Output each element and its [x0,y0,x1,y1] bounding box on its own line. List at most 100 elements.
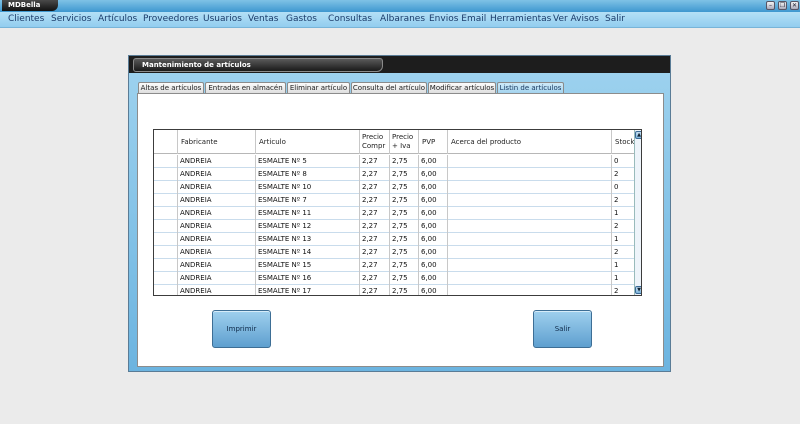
cell-pvp: 6,00 [419,272,448,285]
row-selector[interactable] [154,220,178,233]
cell-precio-iva: 2,75 [390,194,419,207]
minimize-icon[interactable]: – [766,1,775,10]
cell-articulo: ESMALTE Nº 8 [256,168,360,181]
table-row[interactable]: ANDREIA ESMALTE Nº 15 2,27 2,75 6,00 1 [154,259,634,272]
col-acerca[interactable]: Acerca del producto [448,130,612,154]
cell-acerca [448,233,612,246]
articles-dialog: Mantenimiento de artículos Altas de artí… [128,55,671,372]
row-selector[interactable] [154,181,178,194]
col-precio-iva[interactable]: Precio + Iva [390,130,419,154]
menu-envios-email[interactable]: Envios Email [429,14,486,24]
row-selector[interactable] [154,233,178,246]
cell-fabricante: ANDREIA [178,207,256,220]
row-selector[interactable] [154,207,178,220]
cell-pvp: 6,00 [419,194,448,207]
cell-articulo: ESMALTE Nº 13 [256,233,360,246]
row-selector[interactable] [154,285,178,295]
table-row[interactable]: ANDREIA ESMALTE Nº 7 2,27 2,75 6,00 2 [154,194,634,207]
cell-acerca [448,155,612,168]
close-icon[interactable]: ✕ [790,1,799,10]
print-button[interactable]: Imprimir [212,310,271,348]
row-selector[interactable] [154,155,178,168]
menu-ver-avisos[interactable]: Ver Avisos [553,14,599,24]
col-articulo[interactable]: Articulo [256,130,360,154]
table-row[interactable]: ANDREIA ESMALTE Nº 13 2,27 2,75 6,00 1 [154,233,634,246]
menu-herramientas[interactable]: Herramientas [490,14,551,24]
table-row[interactable]: ANDREIA ESMALTE Nº 14 2,27 2,75 6,00 2 [154,246,634,259]
cell-precio-iva: 2,75 [390,285,419,295]
cell-articulo: ESMALTE Nº 5 [256,155,360,168]
menu-clientes[interactable]: Clientes [8,14,44,24]
app-title: MDBella [2,0,58,11]
cell-pvp: 6,00 [419,259,448,272]
cell-articulo: ESMALTE Nº 7 [256,194,360,207]
cell-fabricante: ANDREIA [178,246,256,259]
menu-ventas[interactable]: Ventas [248,14,278,24]
menu-salir[interactable]: Salir [605,14,625,24]
cell-acerca [448,259,612,272]
menu-gastos[interactable]: Gastos [286,14,317,24]
cell-precio-compra: 2,27 [360,220,390,233]
cell-precio-iva: 2,75 [390,181,419,194]
row-selector[interactable] [154,168,178,181]
cell-pvp: 6,00 [419,181,448,194]
restore-icon[interactable]: ❐ [778,1,787,10]
cell-fabricante: ANDREIA [178,272,256,285]
cell-pvp: 6,00 [419,233,448,246]
cell-acerca [448,194,612,207]
scroll-up-icon[interactable]: ▲ [635,131,641,139]
cell-acerca [448,220,612,233]
table-row[interactable]: ANDREIA ESMALTE Nº 12 2,27 2,75 6,00 2 [154,220,634,233]
cell-precio-iva: 2,75 [390,168,419,181]
cell-stock: 1 [614,209,619,217]
cell-fabricante: ANDREIA [178,259,256,272]
cell-articulo: ESMALTE Nº 11 [256,207,360,220]
menu-consultas[interactable]: Consultas [328,14,372,24]
col-stock[interactable]: Stock [612,130,634,154]
cell-acerca [448,285,612,295]
cell-fabricante: ANDREIA [178,285,256,295]
scroll-down-icon[interactable]: ▼ [635,286,641,294]
dialog-title: Mantenimiento de artículos [133,58,383,72]
menu-albaranes[interactable]: Albaranes [380,14,425,24]
col-pvp[interactable]: PVP [419,130,448,154]
table-row[interactable]: ANDREIA ESMALTE Nº 5 2,27 2,75 6,00 0 [154,155,634,168]
cell-articulo: ESMALTE Nº 15 [256,259,360,272]
articles-grid[interactable]: Fabricante Articulo Precio Compr Precio … [153,129,642,296]
table-row[interactable]: ANDREIA ESMALTE Nº 11 2,27 2,75 6,00 1 [154,207,634,220]
col-precio-compra[interactable]: Precio Compr [360,130,390,154]
exit-button[interactable]: Salir [533,310,592,348]
cell-precio-iva: 2,75 [390,246,419,259]
row-selector[interactable] [154,272,178,285]
col-fabricante[interactable]: Fabricante [178,130,256,154]
table-row[interactable]: ANDREIA ESMALTE Nº 8 2,27 2,75 6,00 2 [154,168,634,181]
cell-precio-iva: 2,75 [390,207,419,220]
cell-precio-compra: 2,27 [360,168,390,181]
cell-pvp: 6,00 [419,155,448,168]
cell-articulo: ESMALTE Nº 14 [256,246,360,259]
row-selector[interactable] [154,259,178,272]
cell-precio-iva: 2,75 [390,155,419,168]
cell-precio-iva: 2,75 [390,233,419,246]
table-row[interactable]: ANDREIA ESMALTE Nº 10 2,27 2,75 6,00 0 [154,181,634,194]
menu-servicios[interactable]: Servicios [51,14,91,24]
cell-pvp: 6,00 [419,168,448,181]
cell-stock: 2 [614,248,619,256]
menu-articulos[interactable]: Artículos [98,14,137,24]
cell-fabricante: ANDREIA [178,181,256,194]
cell-precio-compra: 2,27 [360,207,390,220]
cell-articulo: ESMALTE Nº 16 [256,272,360,285]
cell-pvp: 6,00 [419,207,448,220]
table-row[interactable]: ANDREIA ESMALTE Nº 16 2,27 2,75 6,00 1 [154,272,634,285]
grid-scrollbar[interactable]: ▲ ▼ [634,130,641,295]
cell-acerca [448,168,612,181]
cell-stock: 0 [614,183,619,191]
menu-usuarios[interactable]: Usuarios [203,14,242,24]
menu-proveedores[interactable]: Proveedores [143,14,199,24]
row-selector[interactable] [154,246,178,259]
cell-precio-iva: 2,75 [390,259,419,272]
table-row[interactable]: ANDREIA ESMALTE Nº 17 2,27 2,75 6,00 2 [154,285,634,295]
cell-pvp: 6,00 [419,285,448,295]
row-selector[interactable] [154,194,178,207]
cell-precio-compra: 2,27 [360,272,390,285]
